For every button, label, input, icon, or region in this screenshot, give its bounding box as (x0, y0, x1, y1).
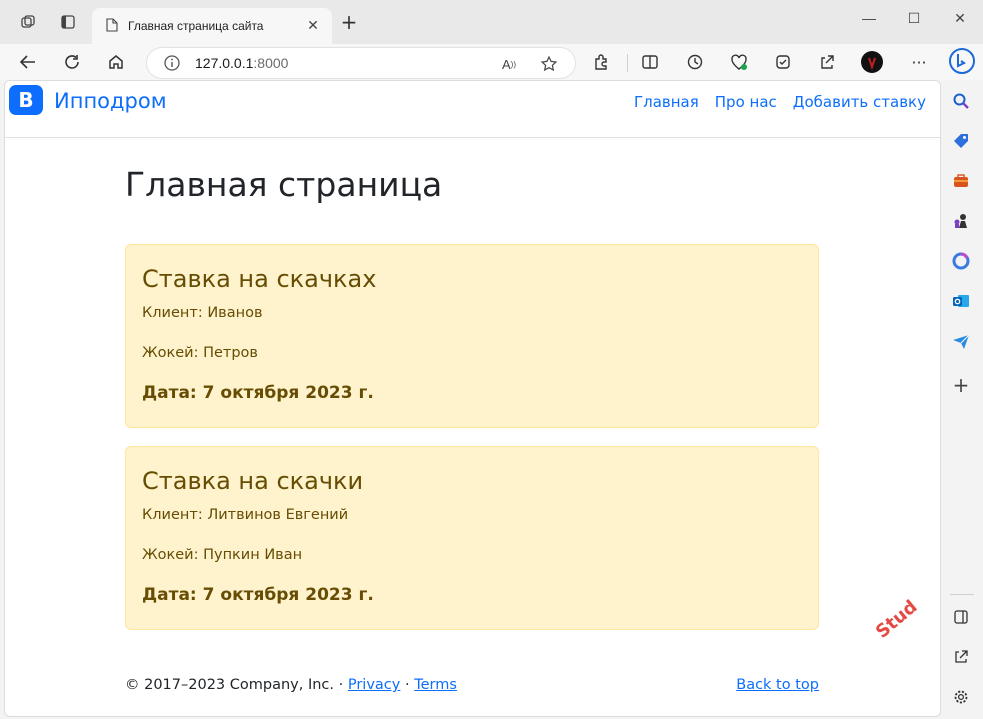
browser-essentials-icon[interactable] (728, 51, 750, 73)
bet-card: Ставка на скачки Клиент: Литвинов Евгени… (125, 446, 819, 630)
toolbar-divider (627, 54, 628, 72)
new-tab-button[interactable]: + (338, 12, 360, 32)
bootstrap-logo-icon[interactable]: B (9, 85, 43, 115)
outlook-icon[interactable] (950, 290, 972, 312)
bet-card-date: Дата: 7 октября 2023 г. (142, 383, 374, 403)
profile-avatar[interactable] (861, 51, 883, 73)
minimize-button[interactable]: — (846, 6, 892, 30)
url-port: :8000 (253, 55, 289, 71)
bet-card-jockey: Жокей: Пупкин Иван (142, 547, 303, 563)
bet-card-title: Ставка на скачках (142, 265, 377, 293)
back-to-top-link[interactable]: Back to top (736, 677, 819, 693)
nav-link-about[interactable]: Про нас (715, 93, 777, 111)
bet-card: Ставка на скачках Клиент: Иванов Жокей: … (125, 244, 819, 428)
browser-titlebar: Главная страница сайта ✕ + — ☐ ✕ (0, 0, 983, 44)
browser-toolbar: 127.0.0.1:8000 A)) ··· (0, 44, 983, 80)
home-icon[interactable] (104, 50, 128, 74)
url-host: 127.0.0.1 (195, 55, 254, 71)
share-icon[interactable] (816, 51, 838, 73)
brand-name[interactable]: Ипподром (54, 89, 167, 113)
bet-card-title: Ставка на скачки (142, 467, 364, 495)
read-aloud-icon[interactable]: A)) (499, 54, 519, 74)
footer-separator: · (400, 677, 415, 693)
open-external-icon[interactable] (950, 646, 972, 668)
favorite-star-icon[interactable] (539, 54, 559, 74)
search-icon[interactable] (950, 90, 972, 112)
bet-card-jockey: Жокей: Петров (142, 345, 258, 361)
workspaces-icon[interactable] (16, 10, 40, 34)
refresh-icon[interactable] (60, 50, 84, 74)
maximize-button[interactable]: ☐ (891, 6, 937, 30)
collections-icon[interactable] (772, 51, 794, 73)
bing-copilot-icon[interactable] (948, 47, 976, 75)
split-screen-icon[interactable] (639, 51, 661, 73)
settings-gear-icon[interactable] (950, 686, 972, 708)
tab-actions-icon[interactable] (56, 10, 80, 34)
games-chess-icon[interactable] (950, 210, 972, 232)
tab-title: Главная страница сайта (128, 19, 264, 33)
hide-sidebar-icon[interactable] (950, 606, 972, 628)
tab-active[interactable]: Главная страница сайта ✕ (92, 8, 332, 44)
shopping-tag-icon[interactable] (950, 130, 972, 152)
site-nav: Главная Про нас Добавить ставку (634, 93, 926, 111)
sidebar-divider (950, 594, 974, 595)
edge-sidebar: + (940, 80, 983, 719)
site-header: B Ипподром Главная Про нас Добавить став… (5, 81, 940, 138)
page-viewport: B Ипподром Главная Про нас Добавить став… (4, 80, 941, 717)
extensions-icon[interactable] (591, 51, 613, 73)
add-sidebar-app-icon[interactable]: + (950, 373, 972, 397)
more-menu-icon[interactable]: ··· (908, 51, 930, 73)
bet-card-client: Клиент: Иванов (142, 305, 263, 321)
footer-terms-link[interactable]: Terms (414, 677, 457, 693)
history-icon[interactable] (684, 51, 706, 73)
site-info-icon[interactable] (163, 54, 181, 72)
site-footer: © 2017–2023 Company, Inc. · Privacy · Te… (125, 677, 819, 693)
watermark: Stud (871, 596, 922, 643)
document-icon (106, 17, 118, 35)
footer-privacy-link[interactable]: Privacy (348, 677, 401, 693)
nav-link-add-bet[interactable]: Добавить ставку (793, 93, 926, 111)
close-window-button[interactable]: ✕ (937, 6, 983, 30)
send-paper-plane-icon[interactable] (950, 330, 972, 352)
bet-card-client: Клиент: Литвинов Евгений (142, 507, 349, 523)
nav-link-home[interactable]: Главная (634, 93, 699, 111)
bet-card-date: Дата: 7 октября 2023 г. (142, 585, 374, 605)
tools-briefcase-icon[interactable] (950, 170, 972, 192)
microsoft-365-icon[interactable] (950, 250, 972, 272)
footer-copyright: © 2017–2023 Company, Inc. · (125, 677, 348, 693)
back-arrow-icon[interactable] (16, 50, 40, 74)
page-title: Главная страница (125, 165, 443, 204)
tab-close-icon[interactable]: ✕ (304, 18, 322, 34)
address-bar[interactable]: 127.0.0.1:8000 A)) (146, 47, 576, 79)
